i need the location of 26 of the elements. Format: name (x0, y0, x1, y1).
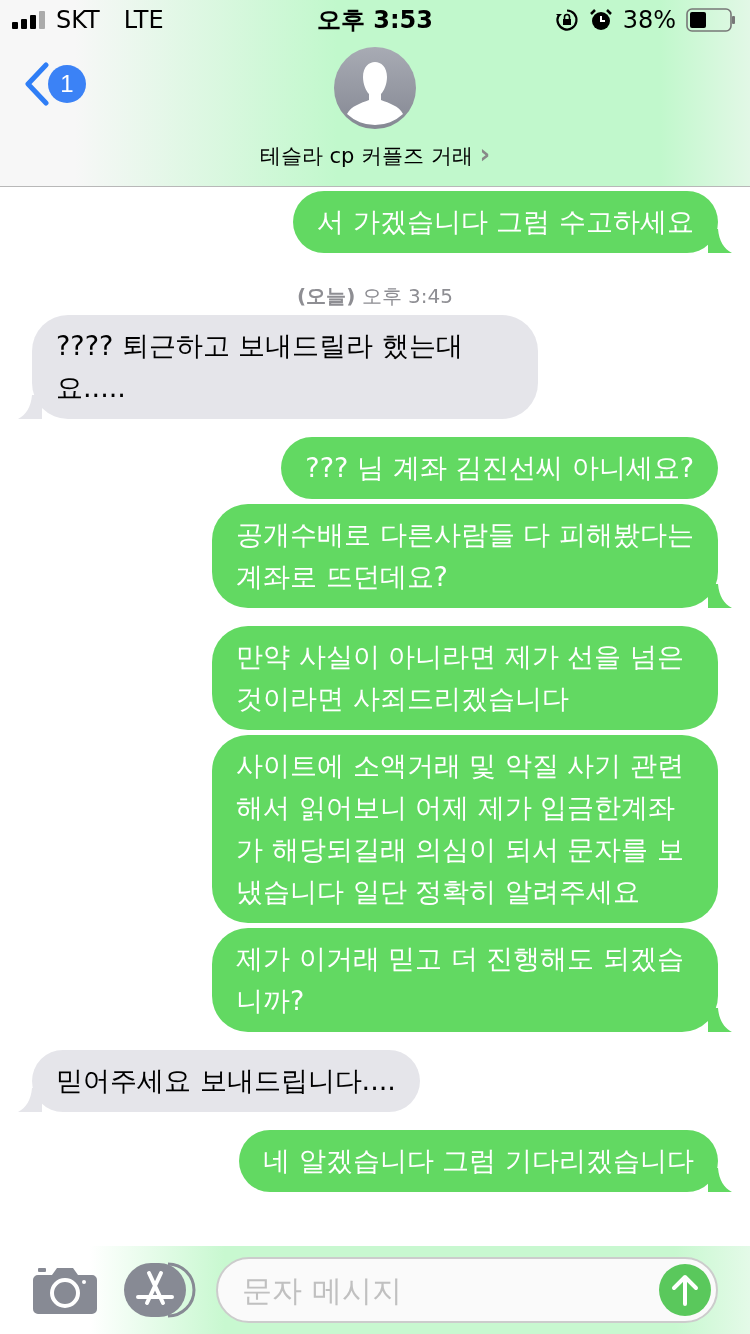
alarm-icon (588, 8, 613, 32)
network-label: LTE (123, 6, 164, 34)
sent-message-bubble: 만약 사실이 아니라면 제가 선을 넘은것이라면 사죄드리겠습니다 (212, 626, 718, 730)
timestamp: (오늘) 오후 3:45 (297, 284, 453, 308)
contact-avatar-icon[interactable] (334, 47, 416, 129)
message-input-field[interactable]: 문자 메시지 (216, 1257, 718, 1323)
back-chevron-icon (24, 62, 50, 106)
unread-badge: 1 (48, 65, 86, 103)
sent-message-bubble: 제가 이거래 믿고 더 진행해도 되겠습니까? (212, 928, 718, 1032)
battery-percent: 38% (622, 6, 676, 34)
rotation-lock-icon (554, 8, 579, 32)
received-message-bubble: ???? 퇴근하고 보내드릴라 했는대요..... (32, 315, 538, 419)
sent-message-bubble: 공개수배로 다른사람들 다 피해봤다는 계좌로 뜨던데요? (212, 504, 718, 608)
carrier-label: SKT (56, 6, 100, 34)
status-time: 오후 3:53 (316, 5, 434, 36)
sent-message-bubble: 서 가겠습니다 그럼 수고하세요 (293, 191, 718, 253)
camera-icon[interactable] (32, 1265, 98, 1315)
sent-message-bubble: ??? 님 계좌 김진선씨 아니세요? (281, 437, 718, 499)
sent-message-bubble: 네 알겠습니다 그럼 기다리겠습니다 (239, 1130, 718, 1192)
received-message-bubble: 믿어주세요 보내드립니다.... (32, 1050, 420, 1112)
contact-name[interactable]: 테슬라 cp 커플즈 거래 › (259, 139, 491, 170)
back-button[interactable]: 1 (24, 62, 86, 106)
battery-icon (686, 8, 736, 32)
sent-message-bubble: 사이트에 소액거래 및 악질 사기 관련해서 읽어보니 어제 제가 입금한계좌가 해당되길래 의심이 되서 문자를 보냈습니다 일단 정확히 알려주세요 (212, 735, 718, 923)
app-store-icon[interactable] (124, 1261, 196, 1319)
signal-icon (12, 11, 48, 29)
